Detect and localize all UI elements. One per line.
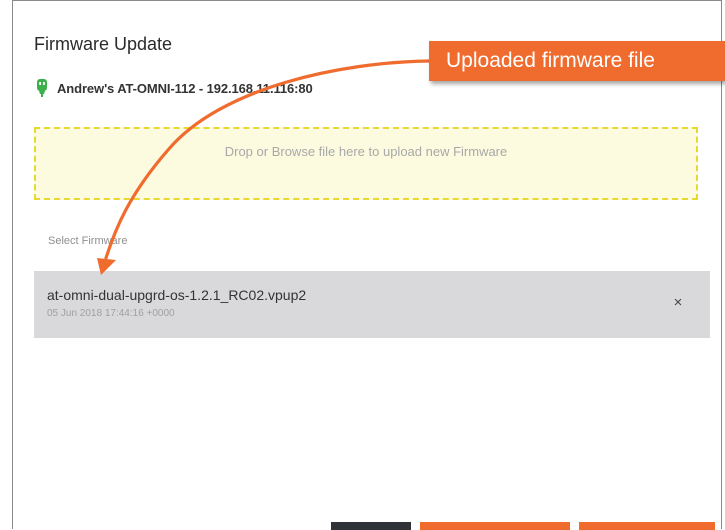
device-plug-icon bbox=[37, 79, 47, 97]
device-row: Andrew's AT-OMNI-112 - 192.168.11.116:80 bbox=[36, 76, 313, 100]
firmware-dropzone[interactable]: Drop or Browse file here to upload new F… bbox=[34, 127, 698, 200]
select-firmware-label: Select Firmware bbox=[48, 235, 128, 247]
firmware-file-name: at-omni-dual-upgrd-os-1.2.1_RC02.vpup2 bbox=[47, 287, 307, 303]
callout-text: Uploaded firmware file bbox=[446, 49, 655, 72]
device-name: Andrew's AT-OMNI-112 - 192.168.11.116:80 bbox=[57, 80, 313, 96]
dropzone-text: Drop or Browse file here to upload new F… bbox=[224, 144, 508, 159]
firmware-file-item[interactable]: at-omni-dual-upgrd-os-1.2.1_RC02.vpup2 0… bbox=[34, 271, 710, 338]
callout-box: Uploaded firmware file bbox=[429, 41, 725, 81]
firmware-file-date: 05 Jun 2018 17:44:16 +0000 bbox=[47, 308, 175, 319]
remove-file-button[interactable]: × bbox=[669, 293, 687, 311]
dialog-title: Firmware Update bbox=[34, 34, 173, 54]
